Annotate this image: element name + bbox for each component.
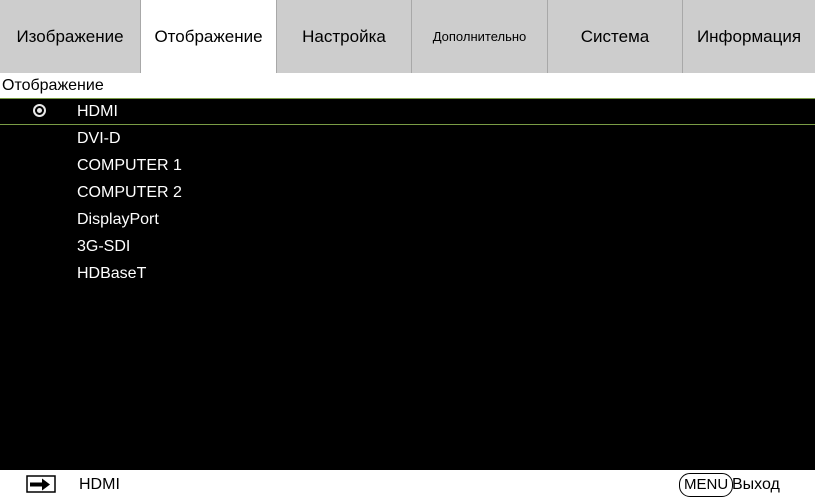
- tab-information[interactable]: Информация: [683, 0, 815, 73]
- list-item-label: COMPUTER 2: [77, 184, 182, 201]
- input-arrow-icon: [26, 475, 56, 493]
- list-item-label: 3G-SDI: [77, 238, 131, 255]
- list-item-label: HDBaseT: [77, 265, 147, 282]
- section-title: Отображение: [0, 73, 815, 98]
- list-item-label: DisplayPort: [77, 211, 159, 228]
- menu-key-badge: MENU: [679, 473, 734, 497]
- list-item-3g-sdi[interactable]: 3G-SDI: [0, 233, 815, 260]
- tab-display[interactable]: Отображение: [141, 0, 277, 73]
- tab-system[interactable]: Система: [548, 0, 683, 73]
- list-item-dvi-d[interactable]: DVI-D: [0, 125, 815, 152]
- exit-label: Выход: [732, 476, 780, 493]
- tab-advanced[interactable]: Дополнительно: [412, 0, 548, 73]
- list-item-hdbaset[interactable]: HDBaseT: [0, 260, 815, 287]
- list-item-displayport[interactable]: DisplayPort: [0, 206, 815, 233]
- list-item-label: HDMI: [77, 103, 118, 120]
- list-item-hdmi[interactable]: HDMI: [0, 98, 815, 125]
- list-item-computer-1[interactable]: COMPUTER 1: [0, 152, 815, 179]
- tab-setup[interactable]: Настройка: [277, 0, 412, 73]
- radio-selected-icon: [33, 104, 46, 117]
- status-footer: HDMI MENU Выход: [0, 470, 815, 499]
- list-item-label: COMPUTER 1: [77, 157, 182, 174]
- list-item-computer-2[interactable]: COMPUTER 2: [0, 179, 815, 206]
- tab-picture[interactable]: Изображение: [0, 0, 141, 73]
- input-source-list: HDMI DVI-D COMPUTER 1 COMPUTER 2 Display…: [0, 98, 815, 287]
- menu-tab-bar: Изображение Отображение Настройка Дополн…: [0, 0, 815, 73]
- current-source-label: HDMI: [79, 476, 120, 493]
- list-item-label: DVI-D: [77, 130, 121, 147]
